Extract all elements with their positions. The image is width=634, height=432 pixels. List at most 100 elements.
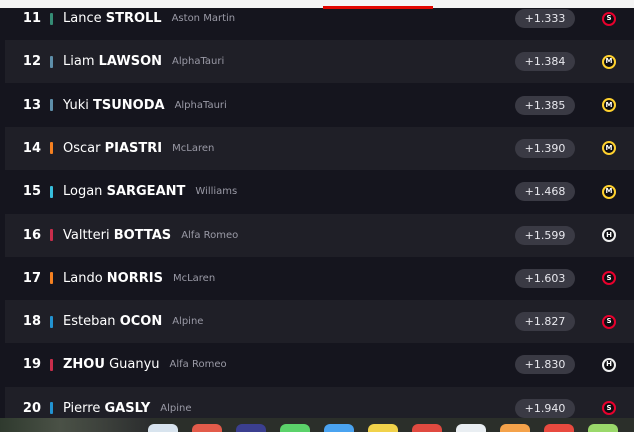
team-color-bar xyxy=(50,55,53,68)
dock-app-icon[interactable] xyxy=(192,424,222,432)
driver-name: Yuki TSUNODA xyxy=(63,98,165,113)
driver-first-name: Pierre xyxy=(63,400,101,416)
tyre-compound-icon: H xyxy=(602,228,616,242)
team-name: Williams xyxy=(195,186,238,198)
driver-last-name: TSUNODA xyxy=(92,97,165,113)
driver-name: Liam LAWSON xyxy=(63,54,162,69)
driver-first-name: Guanyu xyxy=(109,357,160,373)
dock-app-icon[interactable] xyxy=(544,424,574,432)
team-name: AlphaTauri xyxy=(174,99,227,111)
table-row[interactable]: 19 ZHOU Guanyu Alfa Romeo +1.830 H xyxy=(5,343,634,386)
driver-last-name: PIASTRI xyxy=(104,140,163,156)
dock-app-icon[interactable] xyxy=(324,424,354,432)
gap-badge: +1.940 xyxy=(515,398,575,418)
team-color-bar xyxy=(50,272,53,285)
gap-badge: +1.603 xyxy=(515,268,575,288)
driver-name: Esteban OCON xyxy=(63,314,162,329)
team-color-bar xyxy=(50,315,53,328)
gap-badge: +1.333 xyxy=(515,9,575,28)
tyre-compound-icon: S xyxy=(602,271,616,286)
tyre-compound-icon: M xyxy=(602,54,616,69)
driver-last-name: STROLL xyxy=(105,11,162,26)
tyre-compound-icon: H xyxy=(602,357,616,372)
dock-app-icon[interactable] xyxy=(368,424,398,432)
team-color-bar xyxy=(50,229,53,241)
position-number: 16 xyxy=(22,227,41,243)
driver-first-name: Valtteri xyxy=(63,227,110,243)
team-name: Alpine xyxy=(160,402,192,414)
table-row[interactable]: 14 Oscar PIASTRI McLaren +1.390 M xyxy=(5,126,634,170)
tyre-compound-icon: S xyxy=(602,401,616,416)
tyre-compound-icon: M xyxy=(602,98,616,113)
position-number: 15 xyxy=(22,184,41,200)
table-row[interactable]: 17 Lando NORRIS McLaren +1.603 S xyxy=(5,257,634,300)
position-number: 18 xyxy=(22,314,41,330)
driver-first-name: Liam xyxy=(63,54,95,70)
table-row[interactable]: 13 Yuki TSUNODA AlphaTauri +1.385 M xyxy=(5,84,634,127)
tyre-compound-icon: M xyxy=(602,184,616,199)
driver-last-name: ZHOU xyxy=(63,357,105,373)
team-name: Aston Martin xyxy=(171,13,236,24)
driver-name: Oscar PIASTRI xyxy=(63,141,162,156)
driver-name: Lando NORRIS xyxy=(63,271,163,286)
table-row[interactable]: 16 Valtteri BOTTAS Alfa Romeo +1.599 H xyxy=(5,213,634,257)
driver-name: Logan SARGEANT xyxy=(63,184,185,199)
dock-app-icon[interactable] xyxy=(412,424,442,432)
driver-name: ZHOU Guanyu xyxy=(63,357,160,372)
tyre-compound-icon: M xyxy=(602,141,616,156)
gap-badge: +1.390 xyxy=(515,138,575,158)
team-name: Alpine xyxy=(172,316,204,328)
position-number: 12 xyxy=(22,54,41,70)
driver-first-name: Yuki xyxy=(63,97,89,113)
team-name: AlphaTauri xyxy=(172,56,225,68)
table-row[interactable]: 15 Logan SARGEANT Williams +1.468 M xyxy=(5,170,634,213)
driver-first-name: Lando xyxy=(63,270,103,286)
position-number: 11 xyxy=(22,11,41,26)
gap-badge: +1.830 xyxy=(515,355,575,375)
driver-last-name: NORRIS xyxy=(106,270,163,286)
team-color-bar xyxy=(50,358,53,371)
driver-last-name: GASLY xyxy=(104,400,151,416)
driver-last-name: BOTTAS xyxy=(113,227,172,243)
team-name: McLaren xyxy=(172,142,215,154)
table-row[interactable]: 18 Esteban OCON Alpine +1.827 S xyxy=(5,300,634,344)
dock-app-icon[interactable] xyxy=(148,424,178,432)
driver-last-name: LAWSON xyxy=(98,54,163,70)
gap-badge: +1.827 xyxy=(515,312,575,332)
dock-app-icon[interactable] xyxy=(588,424,618,432)
driver-name: Valtteri BOTTAS xyxy=(63,228,171,243)
team-name: Alfa Romeo xyxy=(181,229,239,241)
gap-badge: +1.599 xyxy=(515,225,575,245)
driver-first-name: Logan xyxy=(63,184,103,200)
team-color-bar xyxy=(50,185,53,198)
driver-last-name: SARGEANT xyxy=(106,184,186,200)
dock-app-icon[interactable] xyxy=(236,424,266,432)
driver-first-name: Oscar xyxy=(63,140,101,156)
team-color-bar xyxy=(50,402,53,415)
gap-badge: +1.385 xyxy=(515,95,575,115)
driver-name: Lance STROLL xyxy=(63,11,162,26)
dock-app-icon[interactable] xyxy=(456,424,486,432)
position-number: 13 xyxy=(22,97,41,113)
driver-first-name: Esteban xyxy=(63,314,116,330)
driver-last-name: OCON xyxy=(119,314,163,330)
table-row[interactable]: 12 Liam LAWSON AlphaTauri +1.384 M xyxy=(5,40,634,84)
position-number: 14 xyxy=(22,140,41,156)
tyre-compound-icon: S xyxy=(602,314,616,329)
team-name: Alfa Romeo xyxy=(169,359,227,371)
driver-name: Pierre GASLY xyxy=(63,401,150,416)
dock-app-icon[interactable] xyxy=(500,424,530,432)
macos-dock xyxy=(0,418,634,432)
tyre-compound-icon: S xyxy=(602,11,616,26)
dock-app-icon[interactable] xyxy=(280,424,310,432)
position-number: 20 xyxy=(22,400,41,416)
team-name: McLaren xyxy=(172,272,216,284)
gap-badge: +1.384 xyxy=(515,52,575,72)
gap-badge: +1.468 xyxy=(515,182,575,202)
team-color-bar xyxy=(50,99,53,112)
table-row[interactable]: 11 Lance STROLL Aston Martin +1.333 S xyxy=(5,0,634,40)
driver-first-name: Lance xyxy=(63,11,102,26)
position-number: 19 xyxy=(22,357,41,373)
desktop-wallpaper xyxy=(0,418,150,432)
team-color-bar xyxy=(50,12,53,25)
